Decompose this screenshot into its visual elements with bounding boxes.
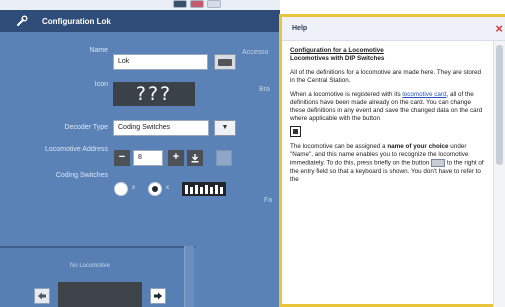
help-subheading: Locomotives with DIP Switches	[290, 55, 385, 62]
dropdown-icon: ▼	[221, 124, 229, 131]
top-button-3[interactable]	[207, 0, 221, 8]
accessory-label-cut: Accesso	[242, 49, 269, 56]
panel-header: Configuration Lok	[0, 10, 280, 32]
help-content: Configuration for a Locomotive Locomotiv…	[290, 47, 487, 190]
coding-radio-1[interactable]	[114, 182, 128, 196]
help-paragraph-3: The locomotive can be assigned a name of…	[290, 143, 487, 184]
decoder-dropdown-button[interactable]: ▼	[214, 120, 236, 136]
radio-1-mark: x	[132, 185, 135, 191]
name-input[interactable]: Lok	[113, 54, 208, 70]
address-decrement-button[interactable]: −	[114, 150, 130, 166]
help-panel: Help × Configuration for a Locomotive Lo…	[279, 14, 505, 307]
save-card-icon	[290, 126, 301, 137]
keyboard-icon	[431, 159, 446, 167]
top-button-2[interactable]	[190, 0, 204, 8]
arrow-right-icon	[154, 292, 162, 300]
dip-switch-icon[interactable]	[182, 182, 226, 196]
next-loco-button[interactable]	[150, 288, 166, 304]
help-scrollbar[interactable]	[493, 41, 505, 307]
close-icon[interactable]: ×	[495, 21, 503, 36]
keyboard-button[interactable]	[214, 54, 236, 70]
help-header: Help ×	[282, 17, 505, 41]
fa-label-cut: Fa	[264, 197, 273, 204]
coding-radio-2[interactable]	[148, 182, 162, 196]
help-p3-bold: name of your choice	[387, 143, 449, 150]
help-paragraph-1: All of the definitions for a locomotive …	[290, 69, 481, 84]
arrow-left-icon	[38, 292, 46, 300]
help-p2-text-a: When a locomotive is registered with its	[290, 91, 403, 98]
help-p3-text-a: The locomotive can be assigned a	[290, 143, 388, 150]
name-label: Name	[89, 47, 108, 54]
help-paragraph-2: When a locomotive is registered with its…	[290, 91, 487, 137]
coding-switches-label: Coding Switches	[55, 172, 108, 179]
top-button-1[interactable]	[173, 0, 187, 8]
decoder-type-select[interactable]: Coding Switches	[113, 120, 209, 136]
address-input[interactable]: 8	[133, 150, 163, 166]
help-heading: Configuration for a Locomotive	[290, 47, 384, 54]
save-to-card-button[interactable]	[187, 150, 203, 166]
panel-scrollbar[interactable]	[184, 246, 194, 307]
top-strip	[0, 0, 280, 10]
locomotive-card-link[interactable]: locomotive card	[402, 91, 446, 98]
previous-loco-button[interactable]	[34, 288, 50, 304]
bra-label-cut: Bra	[259, 86, 270, 93]
address-extra-button[interactable]	[216, 150, 232, 166]
help-title: Help	[292, 25, 308, 32]
save-card-icon	[191, 154, 199, 163]
configuration-panel: Configuration Lok Name Lok Accesso Icon …	[0, 10, 280, 307]
keyboard-icon	[218, 58, 232, 66]
locomotive-slot[interactable]	[58, 282, 142, 307]
address-label: Locomotive Address	[44, 146, 108, 153]
panel-title: Configuration Lok	[42, 16, 111, 26]
radio-2-mark: x	[166, 185, 169, 191]
decoder-type-label: Decoder Type	[64, 124, 108, 131]
help-scroll-thumb[interactable]	[496, 45, 503, 165]
wrench-icon	[17, 15, 28, 26]
loco-icon-placeholder[interactable]: ???	[113, 82, 195, 106]
address-increment-button[interactable]: +	[168, 150, 184, 166]
no-locomotive-label: No Locomotive	[70, 263, 111, 269]
icon-label: Icon	[94, 81, 108, 88]
